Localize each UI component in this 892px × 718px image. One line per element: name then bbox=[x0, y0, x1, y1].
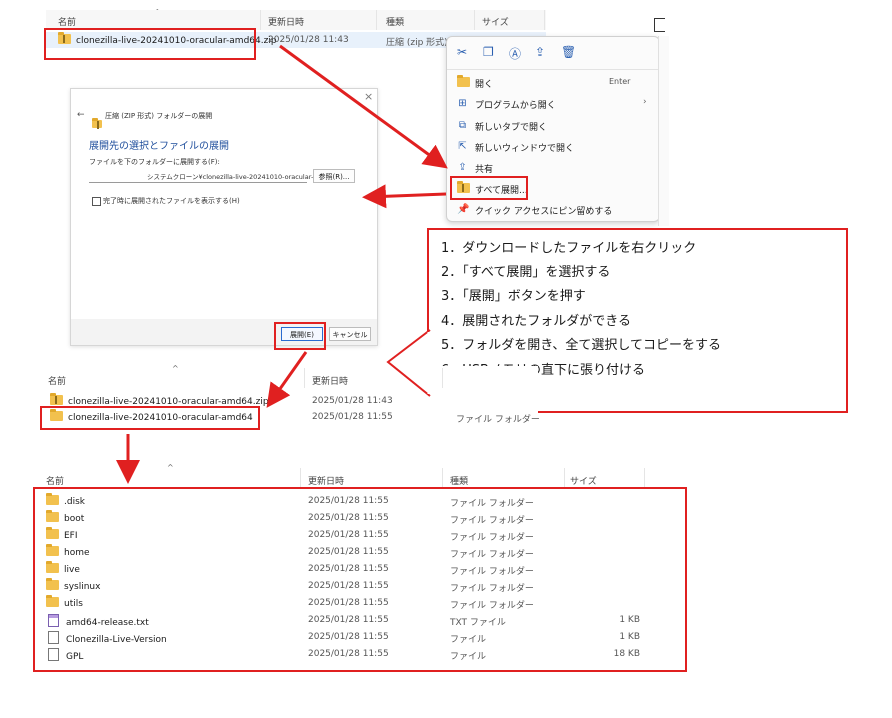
callout-pointer bbox=[386, 329, 431, 397]
arrow-dialog-to-folder bbox=[266, 351, 308, 408]
arrow-zip-to-menu bbox=[279, 44, 448, 169]
arrow-menu-to-dialog bbox=[362, 184, 447, 209]
annotation-arrows bbox=[116, 44, 448, 484]
